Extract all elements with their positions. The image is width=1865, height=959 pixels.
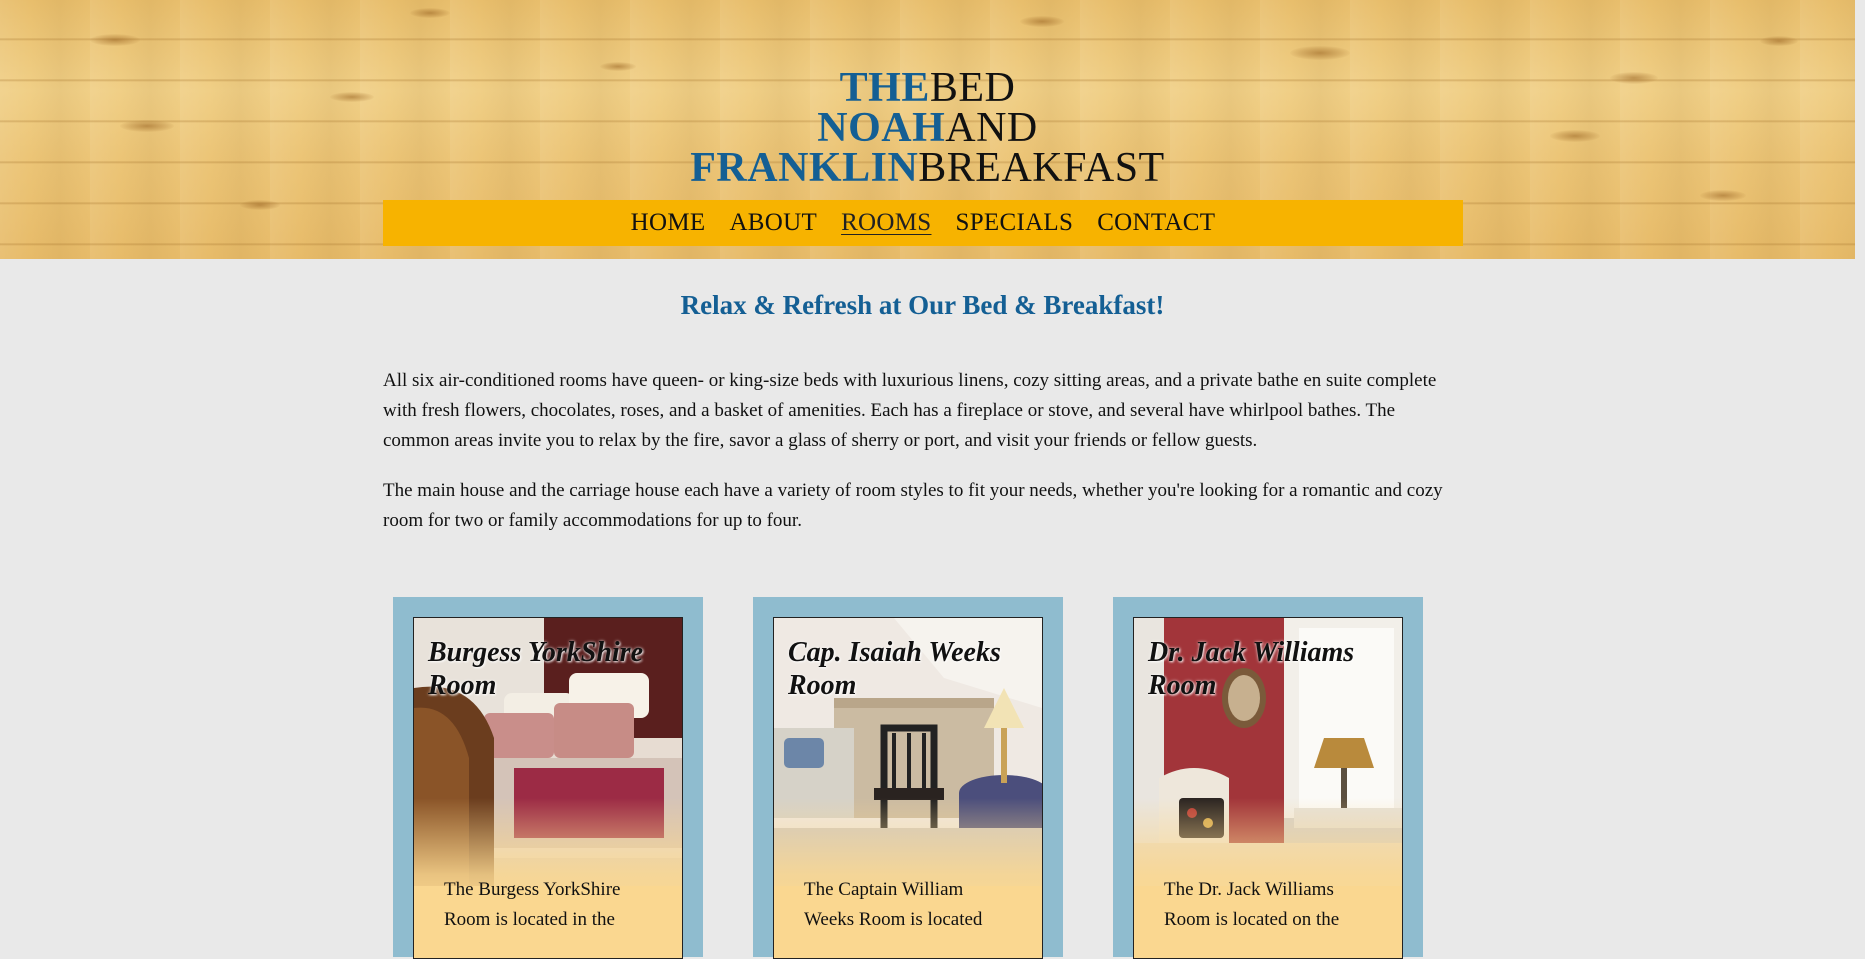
room-description: The Dr. Jack Williams Room is located on… — [1164, 879, 1340, 930]
room-description: The Captain William Weeks Room is locate… — [804, 879, 983, 930]
nav-contact[interactable]: CONTACT — [1097, 209, 1215, 237]
room-title: Dr. Jack Williams Room — [1148, 637, 1355, 701]
logo-franklin: FRANKLIN — [690, 145, 919, 191]
main-nav: HOME ABOUT ROOMS SPECIALS CONTACT — [383, 200, 1463, 246]
room-title: Cap. Isaiah Weeks Room — [788, 637, 1001, 701]
room-card-jack-williams[interactable]: Dr. Jack Williams Room The Dr. Jack Will… — [1113, 597, 1423, 959]
room-card-frame: Dr. Jack Williams Room The Dr. Jack Will… — [1133, 617, 1403, 959]
intro-paragraph: All six air-conditioned rooms have queen… — [383, 370, 1437, 451]
room-title: Burgess YorkShire Room — [428, 637, 644, 701]
houses-paragraph: The main house and the carriage house ea… — [383, 480, 1443, 531]
logo-breakfast: BREAKFAST — [918, 145, 1165, 191]
room-card-burgess[interactable]: Burgess YorkShire Room The Burgess YorkS… — [393, 597, 703, 959]
nav-rooms[interactable]: ROOMS — [841, 209, 931, 237]
site-logo[interactable]: THEBED NOAHAND FRANKLINBREAKFAST — [0, 67, 1855, 191]
room-card-frame: Burgess YorkShire Room The Burgess YorkS… — [413, 617, 683, 959]
room-card-isaiah-weeks[interactable]: Cap. Isaiah Weeks Room The Captain Willi… — [753, 597, 1063, 959]
page-title: Relax & Refresh at Our Bed & Breakfast! — [680, 290, 1165, 320]
nav-about[interactable]: ABOUT — [729, 209, 817, 237]
nav-specials[interactable]: SPECIALS — [955, 209, 1073, 237]
header-banner: THEBED NOAHAND FRANKLINBREAKFAST HOME AB… — [0, 0, 1855, 259]
nav-home[interactable]: HOME — [631, 209, 706, 237]
room-card-frame: Cap. Isaiah Weeks Room The Captain Willi… — [773, 617, 1043, 959]
room-description: The Burgess YorkShire Room is located in… — [444, 879, 621, 930]
